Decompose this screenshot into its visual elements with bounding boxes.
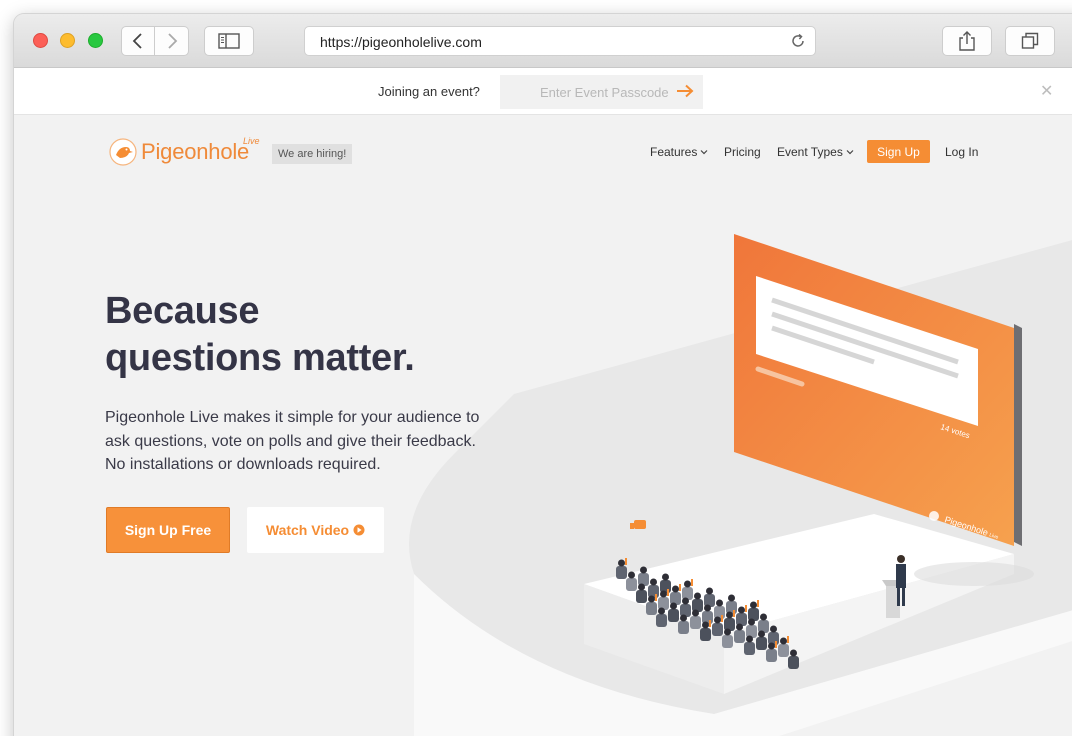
hero-description: Pigeonhole Live makes it simple for your… (105, 406, 505, 477)
chevron-down-icon (700, 150, 708, 155)
sidebar-icon (218, 33, 240, 49)
nav-pricing[interactable]: Pricing (724, 145, 761, 159)
nav-pricing-label: Pricing (724, 145, 761, 159)
pigeon-logo-icon (109, 138, 137, 166)
hero-title-line-1: Because (105, 290, 260, 332)
passcode-prompt: Joining an event? (378, 84, 480, 99)
sidebar-toggle-button[interactable] (204, 26, 254, 56)
forward-button[interactable] (155, 26, 189, 56)
share-button[interactable] (942, 26, 992, 56)
nav-features[interactable]: Features (650, 145, 708, 159)
chevron-down-icon (846, 150, 854, 155)
watch-video-label: Watch Video (265, 522, 350, 538)
tabs-icon (1021, 32, 1039, 49)
address-bar[interactable]: https://pigeonholelive.com (304, 26, 816, 56)
logo-live: Live (243, 136, 260, 146)
close-window-button[interactable] (33, 33, 48, 48)
hero-description-line-3: No installations or downloads required. (105, 456, 381, 473)
show-tabs-button[interactable] (1005, 26, 1055, 56)
arrow-right-icon[interactable] (676, 84, 694, 98)
event-passcode-input[interactable]: Enter Event Passcode (500, 75, 703, 109)
watch-video-button[interactable]: Watch Video (247, 507, 384, 553)
hero-title-line-2: questions matter. (105, 337, 415, 379)
share-icon (959, 31, 975, 51)
hero-title: Because questions matter. (105, 288, 415, 382)
hiring-badge[interactable]: We are hiring! (272, 144, 353, 164)
hero-description-line-1: Pigeonhole Live makes it simple for your… (105, 409, 480, 426)
event-passcode-bar: Joining an event? Enter Event Passcode ✕ (14, 68, 1072, 115)
signup-free-button[interactable]: Sign Up Free (106, 507, 230, 553)
reload-icon[interactable] (789, 32, 807, 50)
nav-signup-button[interactable]: Sign Up (867, 140, 930, 163)
back-button[interactable] (121, 26, 155, 56)
nav-login[interactable]: Log In (945, 145, 978, 159)
play-icon (353, 524, 365, 536)
nav-features-label: Features (650, 145, 698, 159)
minimize-window-button[interactable] (60, 33, 75, 48)
close-icon[interactable]: ✕ (1040, 84, 1053, 100)
nav-login-label: Log In (945, 145, 979, 159)
chevron-left-icon (132, 33, 142, 49)
zoom-window-button[interactable] (88, 33, 103, 48)
passcode-placeholder: Enter Event Passcode (540, 85, 669, 100)
url-text: https://pigeonholelive.com (320, 34, 482, 50)
nav-event-types[interactable]: Event Types (777, 145, 854, 159)
browser-window: https://pigeonholelive.com Joining an ev… (14, 14, 1072, 736)
pigeonhole-logo[interactable]: Pigeonhole Live (109, 136, 260, 166)
nav-event-types-label: Event Types (777, 145, 843, 159)
hero-description-line-2: ask questions, vote on polls and give th… (105, 432, 476, 450)
logo-text: Pigeonhole (141, 139, 250, 164)
browser-toolbar: https://pigeonholelive.com (14, 14, 1072, 68)
chevron-right-icon (167, 33, 177, 49)
